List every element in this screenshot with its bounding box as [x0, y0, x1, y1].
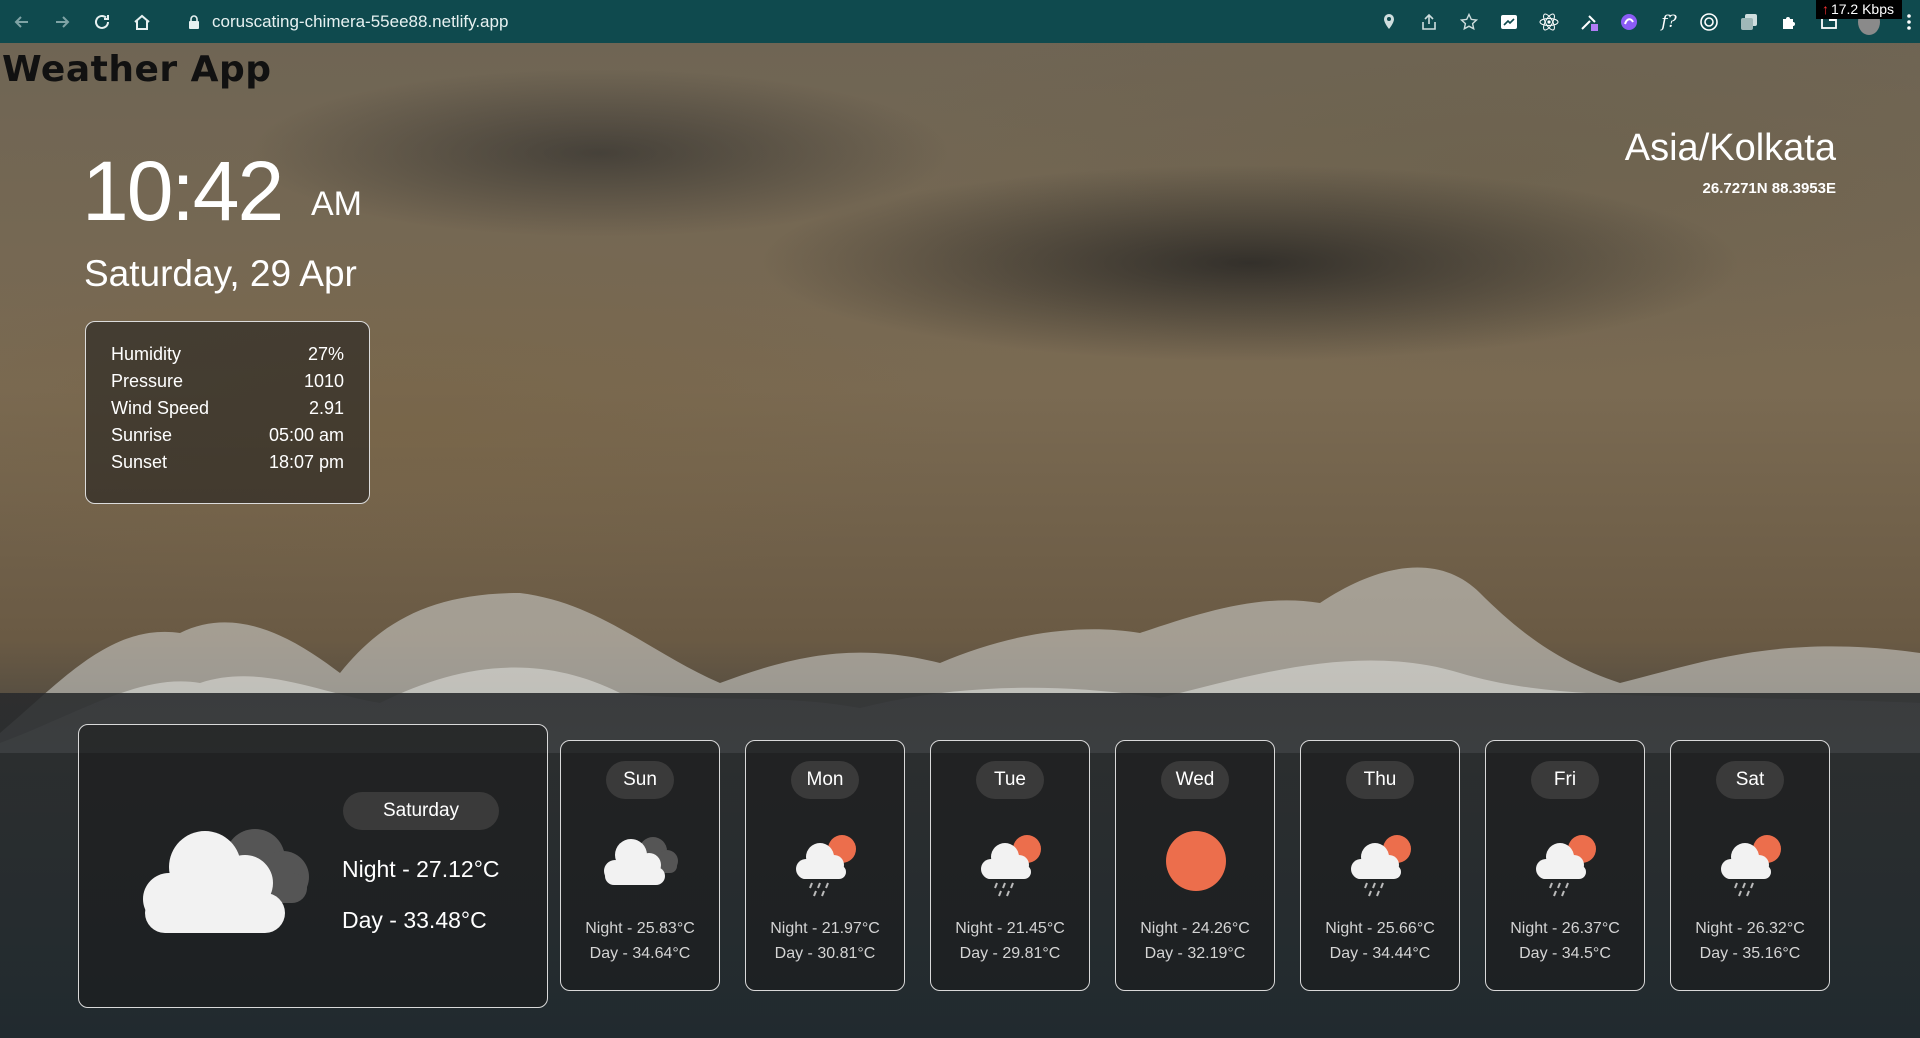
- sun-rain-icon: [1351, 835, 1411, 897]
- sun-rain-icon: [796, 835, 856, 897]
- home-button[interactable]: [124, 4, 160, 40]
- target-icon[interactable]: [1698, 11, 1720, 33]
- today-forecast-card: Saturday Night - 27.12°C Day - 33.48°C: [78, 724, 548, 1008]
- detail-row-pressure: Pressure 1010: [111, 371, 344, 391]
- detail-row-humidity: Humidity 27%: [111, 344, 344, 364]
- forecast-day-pill: Fri: [1531, 761, 1599, 799]
- forecast-day-pill: Sat: [1716, 761, 1784, 799]
- forecast-day-pill: Sun: [606, 761, 674, 799]
- back-button[interactable]: [4, 4, 40, 40]
- screen-icon[interactable]: [1498, 11, 1520, 33]
- react-icon[interactable]: [1538, 11, 1560, 33]
- forecast-night-temp: Night - 25.83°C: [585, 920, 695, 937]
- forecast-day-temp: Day - 34.64°C: [589, 945, 691, 962]
- url-text: coruscating-chimera-55ee88.netlify.app: [212, 11, 509, 31]
- weather-details-panel: Humidity 27% Pressure 1010 Wind Speed 2.91 …: [85, 321, 370, 504]
- forecast-card-sun: Sun Night - 25.83°C Day - 34.64°C: [560, 740, 720, 991]
- timezone-label: Asia/Kolkata: [1624, 127, 1836, 169]
- forecast-card-mon: Mon Night - 21.97°C Day - 30.81°C: [745, 740, 905, 991]
- share-icon[interactable]: [1418, 11, 1440, 33]
- network-speed-badge: ↑ 17.2 Kbps: [1815, 0, 1902, 19]
- forecast-day-temp: Day - 35.16°C: [1699, 945, 1801, 962]
- detail-row-sunrise: Sunrise 05:00 am: [111, 425, 344, 445]
- detail-row-wind-speed: Wind Speed 2.91: [111, 398, 344, 418]
- today-night-temp: Night - 27.12°C: [342, 856, 500, 882]
- star-icon[interactable]: [1458, 11, 1480, 33]
- clock-ampm: AM: [311, 185, 362, 223]
- forecast-day-pill: Thu: [1346, 761, 1414, 799]
- sun-rain-icon: [981, 835, 1041, 897]
- forecast-day-pill: Mon: [791, 761, 859, 799]
- forecast-day-temp: Day - 34.44°C: [1329, 945, 1431, 962]
- clock-time: 10:42: [82, 144, 284, 238]
- forecast-card-thu: Thu Night - 25.66°C Day - 34.44°C: [1300, 740, 1460, 991]
- forecast-night-temp: Night - 26.37°C: [1510, 920, 1620, 937]
- forecast-day-pill: Tue: [976, 761, 1044, 799]
- forecast-night-temp: Night - 21.45°C: [955, 920, 1065, 937]
- forecast-day-temp: Day - 29.81°C: [959, 945, 1061, 962]
- today-day-pill: Saturday: [343, 792, 499, 830]
- reload-button[interactable]: [84, 4, 120, 40]
- browser-toolbar: coruscating-chimera-55ee88.netlify.app f…: [0, 0, 1920, 43]
- extensions-icon[interactable]: [1778, 11, 1800, 33]
- forecast-day-temp: Day - 30.81°C: [774, 945, 876, 962]
- home-icon: [134, 14, 150, 30]
- forecast-night-temp: Night - 21.97°C: [770, 920, 880, 937]
- lock-icon: [189, 14, 199, 29]
- forecast-night-temp: Night - 25.66°C: [1325, 920, 1435, 937]
- copy-icon[interactable]: [1738, 11, 1760, 33]
- forecast-day-pill: Wed: [1161, 761, 1229, 799]
- app-title: Weather App: [2, 49, 272, 90]
- forecast-night-temp: Night - 26.32°C: [1695, 920, 1805, 937]
- current-date: Saturday, 29 Apr: [84, 253, 357, 294]
- today-day-temp: Day - 33.48°C: [342, 907, 487, 933]
- sun-rain-icon: [1721, 835, 1781, 897]
- forecast-day-temp: Day - 32.19°C: [1144, 945, 1246, 962]
- coordinates-label: 26.7271N 88.3953E: [1702, 180, 1836, 197]
- fx-icon[interactable]: f?: [1658, 11, 1680, 33]
- clouds-icon: [604, 837, 678, 885]
- puzzle-circle-icon[interactable]: [1618, 11, 1640, 33]
- forecast-day-temp: Day - 34.5°C: [1519, 945, 1611, 962]
- location-icon[interactable]: [1378, 11, 1400, 33]
- sun-rain-icon: [1536, 835, 1596, 897]
- forecast-card-tue: Tue Night - 21.45°C Day - 29.81°C: [930, 740, 1090, 991]
- forecast-night-temp: Night - 24.26°C: [1140, 920, 1250, 937]
- forward-button[interactable]: [44, 4, 80, 40]
- weather-page: Weather App 10:42 AM Saturday, 29 Apr Hu…: [0, 43, 1920, 1038]
- reload-icon: [95, 14, 109, 29]
- forecast-card-wed: Wed Night - 24.26°C Day - 32.19°C: [1115, 740, 1275, 991]
- dropper-icon[interactable]: [1578, 11, 1600, 33]
- forward-arrow-icon: [56, 15, 70, 28]
- forecast-card-fri: Fri Night - 26.37°C Day - 34.5°C: [1485, 740, 1645, 991]
- back-arrow-icon: [14, 15, 28, 28]
- sun-icon: [1166, 831, 1226, 891]
- address-bar[interactable]: coruscating-chimera-55ee88.netlify.app: [188, 6, 1378, 38]
- forecast-band: Saturday Night - 27.12°C Day - 33.48°C S…: [0, 693, 1920, 1038]
- cloud-icon: [143, 829, 309, 933]
- forecast-card-sat: Sat Night - 26.32°C Day - 35.16°C: [1670, 740, 1830, 991]
- detail-row-sunset: Sunset 18:07 pm: [111, 452, 344, 472]
